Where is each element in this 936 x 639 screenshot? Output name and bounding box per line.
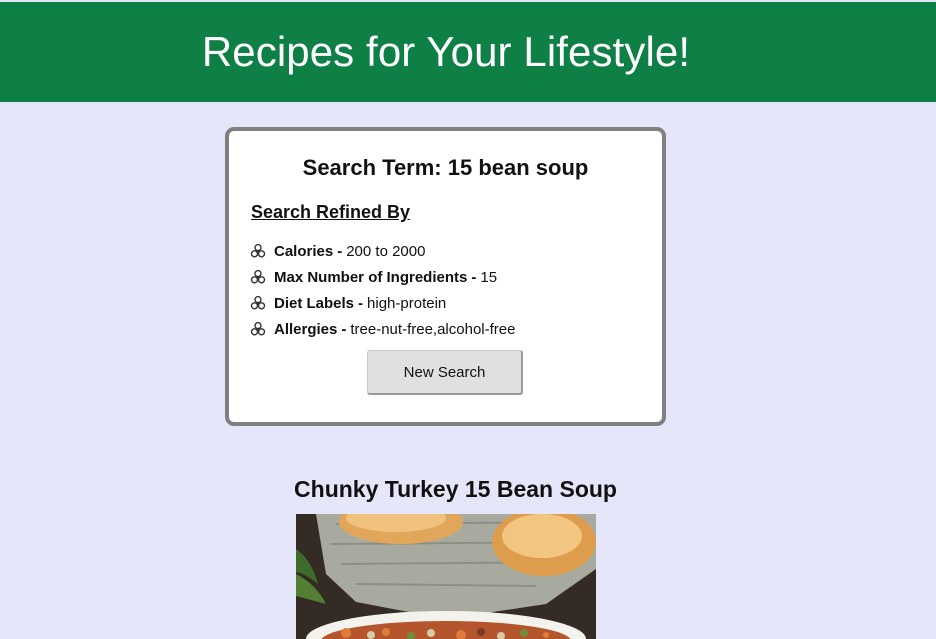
- page-header: Recipes for Your Lifestyle!: [0, 2, 936, 102]
- filter-separator: -: [471, 268, 477, 286]
- biohazard-icon: [250, 295, 266, 310]
- biohazard-icon: [250, 321, 266, 336]
- filter-separator: -: [358, 294, 364, 312]
- biohazard-icon: [250, 243, 266, 258]
- filter-label: Diet Labels: [274, 294, 355, 312]
- search-refined-heading: Search Refined By: [251, 202, 411, 222]
- filter-label: Calories: [274, 242, 334, 260]
- page-title: Recipes for Your Lifestyle!: [201, 28, 691, 75]
- filter-label: Allergies: [274, 320, 338, 338]
- search-summary-card: Search Term: 15 bean soup Search Refined…: [225, 127, 666, 426]
- filter-value: high-protein: [367, 294, 447, 312]
- filter-item-calories: Calories - 200 to 2000: [250, 238, 515, 264]
- filter-list: Calories - 200 to 2000 Max Number of Ing…: [250, 238, 515, 342]
- filter-item-allergies: Allergies - tree-nut-free,alcohol-free: [250, 316, 515, 342]
- filter-separator: -: [337, 242, 343, 260]
- recipe-photo: [296, 514, 596, 639]
- filter-item-max-ingredients: Max Number of Ingredients - 15: [250, 264, 515, 290]
- filter-item-diet-labels: Diet Labels - high-protein: [250, 290, 515, 316]
- search-term-heading: Search Term: 15 bean soup: [302, 155, 589, 180]
- filter-label: Max Number of Ingredients: [274, 268, 468, 286]
- biohazard-icon: [250, 269, 266, 284]
- recipe-image[interactable]: [296, 514, 596, 639]
- filter-value: 15: [480, 268, 498, 286]
- new-search-button[interactable]: New Search: [367, 350, 523, 395]
- filter-value: 200 to 2000: [346, 242, 426, 260]
- filter-value: tree-nut-free,alcohol-free: [350, 320, 516, 338]
- recipe-title[interactable]: Chunky Turkey 15 Bean Soup: [0, 476, 936, 503]
- filter-separator: -: [341, 320, 347, 338]
